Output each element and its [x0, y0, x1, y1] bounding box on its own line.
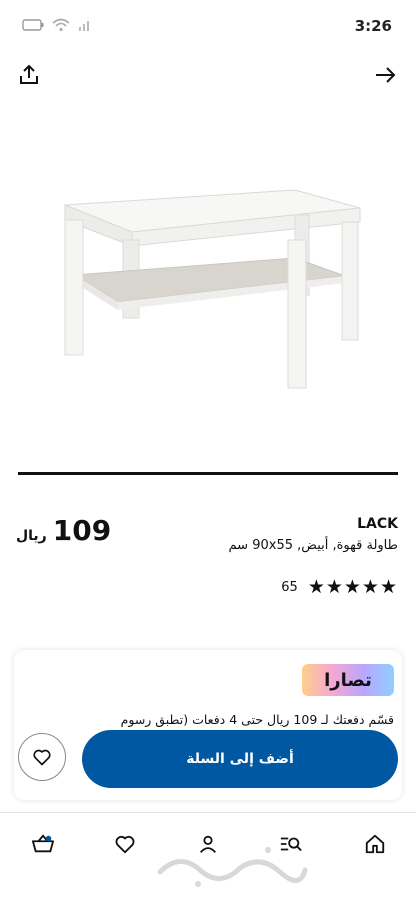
- status-icons: [22, 18, 94, 32]
- installments-text: قسّم دفعتك لـ 109 ريال حتى 4 دفعات (تطبق…: [120, 712, 394, 727]
- installments-logo: تصارا: [302, 664, 394, 696]
- product-description: طاولة قهوة, أبيض, 90x55 سم: [228, 538, 398, 553]
- wishlist-button[interactable]: [18, 733, 66, 781]
- heart-icon: [33, 749, 51, 766]
- product-image[interactable]: [40, 150, 370, 410]
- status-bar: 3:26: [0, 0, 416, 52]
- price-currency: ريال: [16, 528, 47, 544]
- nav-home[interactable]: [360, 829, 390, 859]
- share-icon: [20, 64, 38, 84]
- cart-icon: [32, 834, 54, 853]
- price-value: 109: [52, 514, 112, 547]
- nav-wishlist[interactable]: [110, 829, 140, 859]
- carousel-progress: [18, 472, 398, 475]
- arrow-right-icon: [376, 67, 396, 83]
- product-price: ريال 109: [16, 514, 111, 547]
- rating-count: 65: [281, 579, 298, 595]
- top-nav: [0, 58, 416, 92]
- home-icon: [365, 834, 385, 854]
- heart-icon: [115, 835, 135, 854]
- product-rating[interactable]: 65 ★★★★★: [281, 576, 398, 598]
- signal-icon: [79, 21, 89, 31]
- forward-button[interactable]: [368, 58, 402, 92]
- watermark-logo: [157, 847, 308, 887]
- carousel-progress-fill: [18, 472, 398, 475]
- coffee-table-illustration: [64, 189, 361, 389]
- rating-stars-icon: ★★★★★: [307, 576, 398, 598]
- nav-cart[interactable]: [28, 829, 58, 859]
- status-time: 3:26: [354, 17, 392, 35]
- battery-icon: [22, 19, 44, 31]
- share-button[interactable]: [12, 58, 46, 92]
- add-to-cart-button[interactable]: أضف إلى السلة: [82, 730, 398, 788]
- product-name: LACK: [357, 516, 398, 532]
- wifi-icon: [52, 18, 70, 32]
